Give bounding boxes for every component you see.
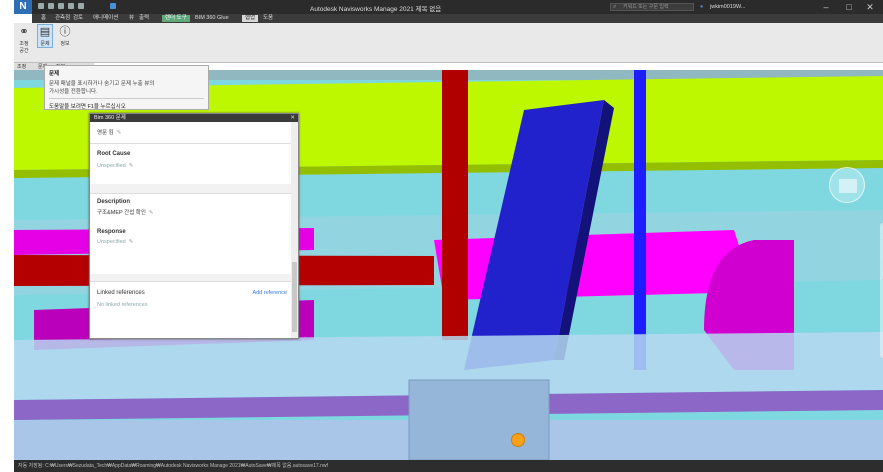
tab-2[interactable]: 검토 <box>70 15 86 22</box>
tab-0[interactable]: 홈 <box>38 15 49 22</box>
ribbon-button-0[interactable]: ⚭ 조정 공간 <box>17 25 31 54</box>
redo-icon[interactable] <box>78 3 84 9</box>
root-cause-section: Root Cause Unspecified ✎ <box>90 144 291 184</box>
ribbon-button-2[interactable]: ⓘ 정보 <box>58 25 72 47</box>
linked-references-section: Linked references Add reference No linke… <box>90 282 291 338</box>
ribbon-panel: ⚭ 조정 공간 ▤ 문제 ⓘ 정보 <box>14 23 883 63</box>
tooltip-help: 도움말을 보려면 F1을 누르십시오 <box>49 104 126 110</box>
tab-7[interactable]: BIM 360 Glue <box>192 15 232 22</box>
tooltip: 문제 문제 패널을 표시하거나 숨기고 문제 누출 뷰의 가시성을 전환합니다.… <box>44 65 209 110</box>
magenta-duct-right <box>434 230 754 300</box>
root-cause-label: Root Cause <box>97 151 131 157</box>
ribbon-tabs: 홈 관측점 검토 애니메이션 뷰 출력 렌더 도구 BIM 360 Glue 협업 도움 <box>32 14 883 23</box>
ribbon-button-label: 정보 <box>60 41 70 47</box>
window-title: Autodesk Navisworks Manage 2021 제목 없음 <box>310 6 442 13</box>
user-account[interactable]: ● jwkim0019W... <box>700 3 770 11</box>
tooltip-divider <box>49 98 204 99</box>
user-icon: ● <box>700 4 704 10</box>
tab-3[interactable]: 애니메이션 <box>90 15 121 22</box>
pencil-icon[interactable]: ✎ <box>129 239 134 245</box>
section-divider <box>90 274 291 282</box>
scrollbar-thumb[interactable] <box>292 262 297 332</box>
undo-icon[interactable] <box>68 3 74 9</box>
panel-body: 영문 킴 ✎ Root Cause Unspecified ✎ Descriptio… <box>90 122 291 338</box>
maximize-button[interactable]: □ <box>839 1 859 13</box>
assignee-value[interactable]: 영문 킴 ✎ <box>97 128 121 136</box>
info-icon: ⓘ <box>59 26 71 38</box>
add-reference-link[interactable]: Add reference <box>252 290 287 296</box>
ribbon-button-1[interactable]: ▤ 문제 <box>37 24 53 48</box>
navisworks-window: { "app": { "logo": "N", "window_title": … <box>0 0 883 472</box>
assignee-section: 영문 킴 ✎ <box>90 122 291 144</box>
viewcube[interactable] <box>829 167 865 203</box>
status-bar: 자동 저장됨: C:₩Users₩Sezudata_Tech₩AppData₩R… <box>14 460 883 472</box>
response-label: Response <box>97 229 126 235</box>
description-section: Description 구조&MEP 간섭 확인 ✎ Response Unspe… <box>90 194 291 274</box>
title-bar: Autodesk Navisworks Manage 2021 제목 없음 ⌕ 키… <box>14 0 883 14</box>
status-text: 자동 저장됨: C:₩Users₩Sezudata_Tech₩AppData₩R… <box>18 463 328 469</box>
viewcube-box <box>839 179 857 193</box>
open-icon[interactable] <box>38 3 44 9</box>
link-icon: ⚭ <box>19 26 29 38</box>
app-logo[interactable]: N <box>14 0 32 14</box>
section-divider <box>90 184 291 194</box>
ribbon-button-label: 조정 공간 <box>19 41 29 54</box>
response-value[interactable]: Unspecified ✎ <box>97 239 133 245</box>
search-input[interactable]: ⌕ 키워드 또는 구문 입력 <box>610 3 694 11</box>
foreground-box <box>408 379 550 460</box>
issue-icon: ▤ <box>39 26 51 38</box>
panel-title: Bim 360 문제 <box>94 115 126 121</box>
panel-header[interactable]: Bim 360 문제 ✕ <box>90 114 298 122</box>
pencil-icon[interactable]: ✎ <box>129 163 134 169</box>
save-icon[interactable] <box>48 3 54 9</box>
root-cause-value[interactable]: Unspecified ✎ <box>97 163 133 169</box>
pencil-icon[interactable]: ✎ <box>117 130 122 136</box>
close-icon[interactable]: ✕ <box>290 114 295 122</box>
print-icon[interactable] <box>58 3 64 9</box>
description-label: Description <box>97 199 131 205</box>
tooltip-title: 문제 <box>49 71 60 77</box>
red-column <box>442 70 468 340</box>
close-button[interactable]: ✕ <box>860 1 880 13</box>
issue-pushpin-icon[interactable] <box>511 433 525 447</box>
panel-scrollbar[interactable] <box>291 122 298 338</box>
blue-column <box>634 70 646 370</box>
linked-references-label: Linked references <box>97 290 145 296</box>
tab-6[interactable]: 렌더 도구 <box>162 15 190 22</box>
tab-5[interactable]: 출력 <box>136 15 152 22</box>
toggle-icon[interactable] <box>110 3 116 9</box>
pencil-icon[interactable]: ✎ <box>149 210 154 216</box>
ribbon-button-label: 문제 <box>40 41 50 47</box>
minimize-button[interactable]: – <box>816 1 836 13</box>
ribbon-group-label: 조정 <box>17 64 27 70</box>
issues-panel: Bim 360 문제 ✕ 영문 킴 ✎ Root Cause Unspecifie… <box>89 113 299 339</box>
tab-9[interactable]: 도움 <box>260 15 276 22</box>
no-linked-references: No linked references <box>97 302 148 308</box>
tooltip-description: 문제 패널을 표시하거나 숨기고 문제 누출 뷰의 가시성을 전환합니다. <box>49 81 155 95</box>
search-icon: ⌕ <box>613 4 617 10</box>
description-value[interactable]: 구조&MEP 간섭 확인 ✎ <box>97 208 154 216</box>
tab-8[interactable]: 협업 <box>242 15 259 22</box>
